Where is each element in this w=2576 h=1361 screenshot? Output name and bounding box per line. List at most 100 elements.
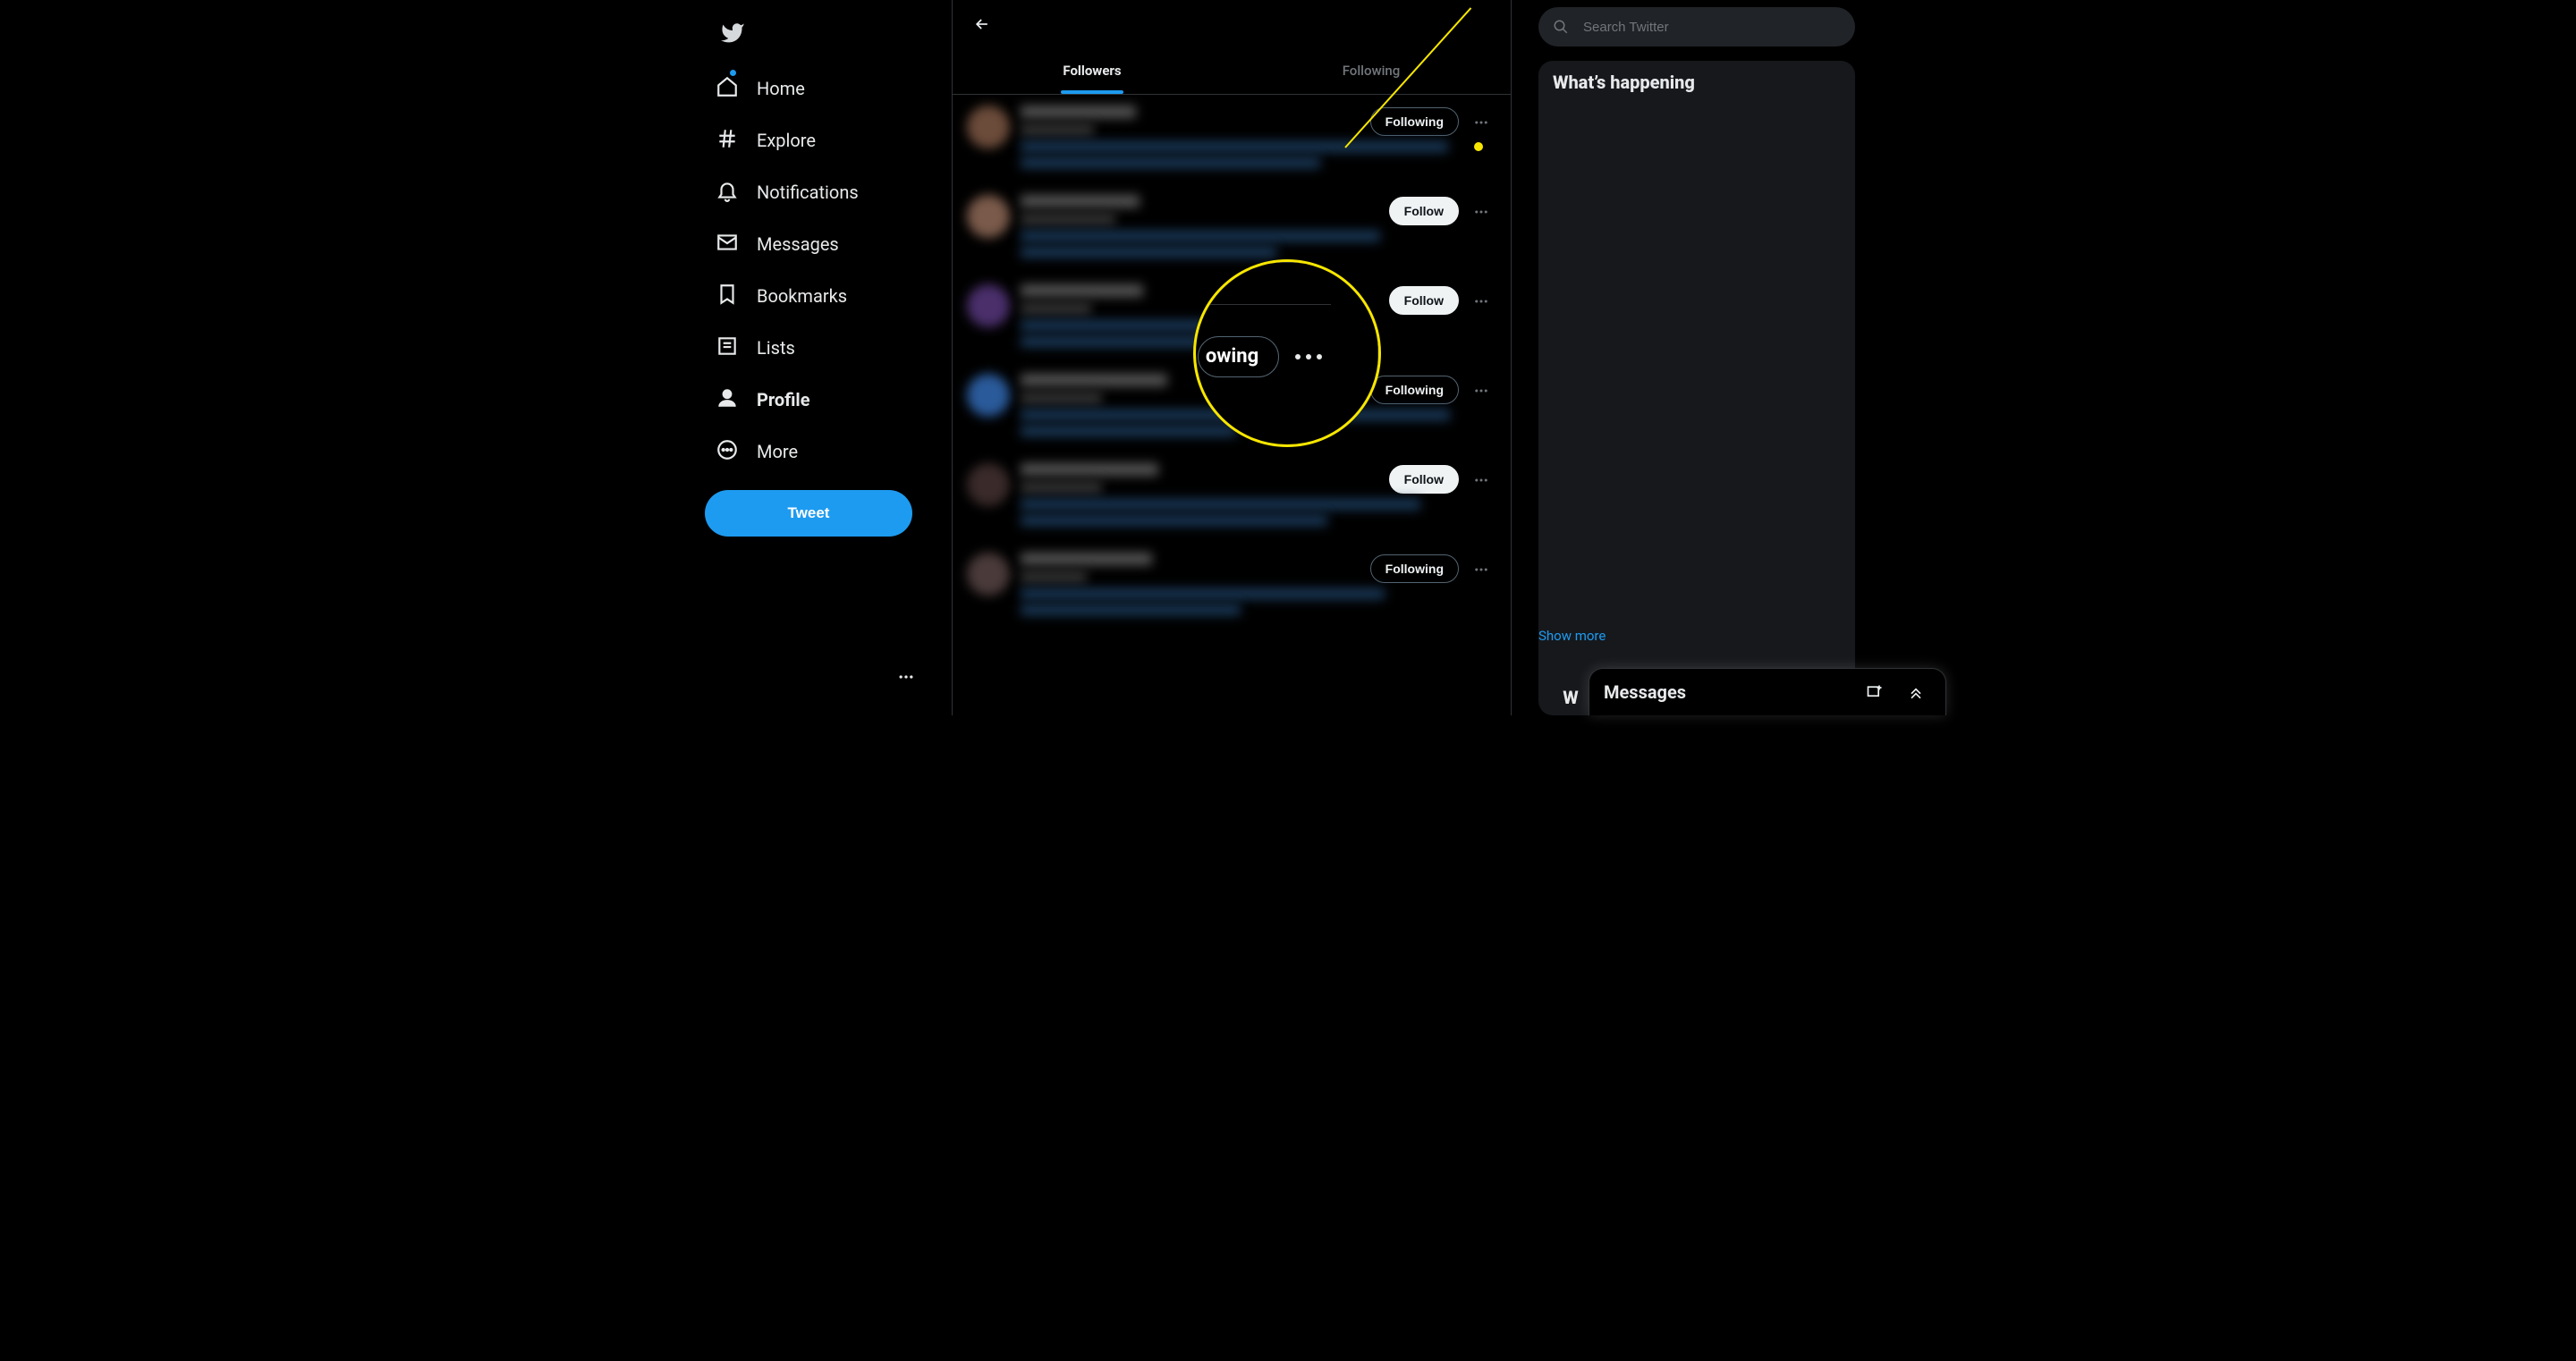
following-button[interactable]: Following [1370,554,1459,583]
user-actions: Follow [1389,195,1496,263]
sidebar-item-more[interactable]: More [705,427,934,476]
user-body [1021,284,1378,352]
expand-drawer-button[interactable] [1901,677,1931,707]
redacted-handle [1021,123,1094,136]
messages-drawer[interactable]: Messages [1589,668,1946,715]
user-more-button[interactable] [1466,465,1496,495]
redacted-name [1021,463,1158,476]
messages-drawer-title: Messages [1604,681,1849,703]
search-box[interactable] [1538,7,1855,46]
redacted-bio [1021,410,1450,420]
redacted-name [1021,553,1152,565]
redacted-bio [1021,604,1241,615]
avatar[interactable] [967,374,1010,417]
twitter-logo[interactable] [710,11,755,55]
follower-row[interactable]: Following [953,363,1511,452]
user-more-button[interactable] [1466,107,1496,138]
sidebar-item-explore[interactable]: Explore [705,116,934,165]
sidebar-item-label: Profile [757,389,810,410]
tab-following[interactable]: Following [1232,47,1511,94]
show-more-link[interactable]: Show more [1538,628,1606,644]
more-circle-icon [716,438,739,465]
bell-icon [716,179,739,206]
sidebar-item-home[interactable]: Home [705,64,934,113]
main-column: Followers Following Following Follow [952,0,1512,715]
user-actions: Following [1370,106,1496,173]
twitter-bird-icon [720,21,745,46]
account-switcher-icon[interactable] [891,662,921,692]
tabs: Followers Following [953,47,1511,95]
sidebar-item-label: Explore [757,130,816,151]
follower-row[interactable]: Following [953,542,1511,631]
following-button[interactable]: Following [1370,376,1459,404]
search-icon [1553,19,1569,35]
bookmark-icon [716,283,739,309]
following-button[interactable]: Following [1370,107,1459,136]
sidebar-item-label: More [757,441,798,462]
follower-row[interactable]: Follow [953,184,1511,274]
new-message-icon [1866,683,1884,701]
user-more-button[interactable] [1466,197,1496,227]
hash-icon [716,127,739,154]
list-icon [716,334,739,361]
sidebar-item-messages[interactable]: Messages [705,220,934,268]
redacted-bio [1021,247,1276,258]
redacted-bio [1021,231,1380,241]
avatar[interactable] [967,284,1010,327]
redacted-handle [1021,302,1091,315]
envelope-icon [716,231,739,258]
nav-list: Home Explore Notifications Messages Book… [705,64,934,476]
redacted-bio [1021,157,1320,168]
redacted-bio [1021,336,1342,347]
search-input[interactable] [1583,20,1841,35]
redacted-bio [1021,515,1327,526]
app-root: Home Explore Notifications Messages Book… [612,0,1964,715]
arrow-left-icon [973,15,991,33]
avatar[interactable] [967,195,1010,238]
sidebar-item-profile[interactable]: Profile [705,376,934,424]
follower-row[interactable]: Following [953,95,1511,184]
avatar[interactable] [967,463,1010,506]
tweet-button[interactable]: Tweet [705,490,912,537]
page-header [953,0,1511,47]
user-more-button[interactable] [1466,286,1496,317]
follow-button[interactable]: Follow [1389,465,1459,494]
panel-peek: W [1553,680,1589,715]
follower-row[interactable]: Follow [953,452,1511,542]
user-body [1021,106,1360,173]
user-more-button[interactable] [1466,376,1496,406]
follower-row[interactable]: Follow [953,274,1511,363]
user-more-button[interactable] [1466,554,1496,585]
tab-followers[interactable]: Followers [953,47,1232,94]
avatar[interactable] [967,106,1010,148]
redacted-name [1021,284,1143,297]
user-actions: Following [1370,374,1496,442]
redacted-name [1021,195,1140,207]
sidebar-item-lists[interactable]: Lists [705,324,934,372]
redacted-handle [1021,571,1087,583]
avatar[interactable] [967,553,1010,596]
redacted-bio [1021,141,1448,152]
new-message-button[interactable] [1860,677,1890,707]
chevron-double-up-icon [1907,683,1925,701]
user-actions: Follow [1389,463,1496,531]
sidebar: Home Explore Notifications Messages Book… [612,0,952,715]
followers-list: Following Follow Follow [953,95,1511,715]
redacted-handle [1021,481,1102,494]
user-body [1021,463,1378,531]
redacted-name [1021,374,1167,386]
follow-button[interactable]: Follow [1389,197,1459,225]
redacted-bio [1021,426,1236,436]
sidebar-item-bookmarks[interactable]: Bookmarks [705,272,934,320]
back-button[interactable] [967,9,997,39]
follow-button[interactable]: Follow [1389,286,1459,315]
redacted-name [1021,106,1136,118]
redacted-bio [1021,320,1336,331]
sidebar-item-notifications[interactable]: Notifications [705,168,934,216]
right-column: What’s happening Show more [1512,0,1869,715]
home-unread-dot-icon [730,70,736,76]
sidebar-item-label: Messages [757,233,839,255]
redacted-bio [1021,588,1385,599]
user-actions: Follow [1389,284,1496,352]
user-actions: Following [1370,553,1496,621]
